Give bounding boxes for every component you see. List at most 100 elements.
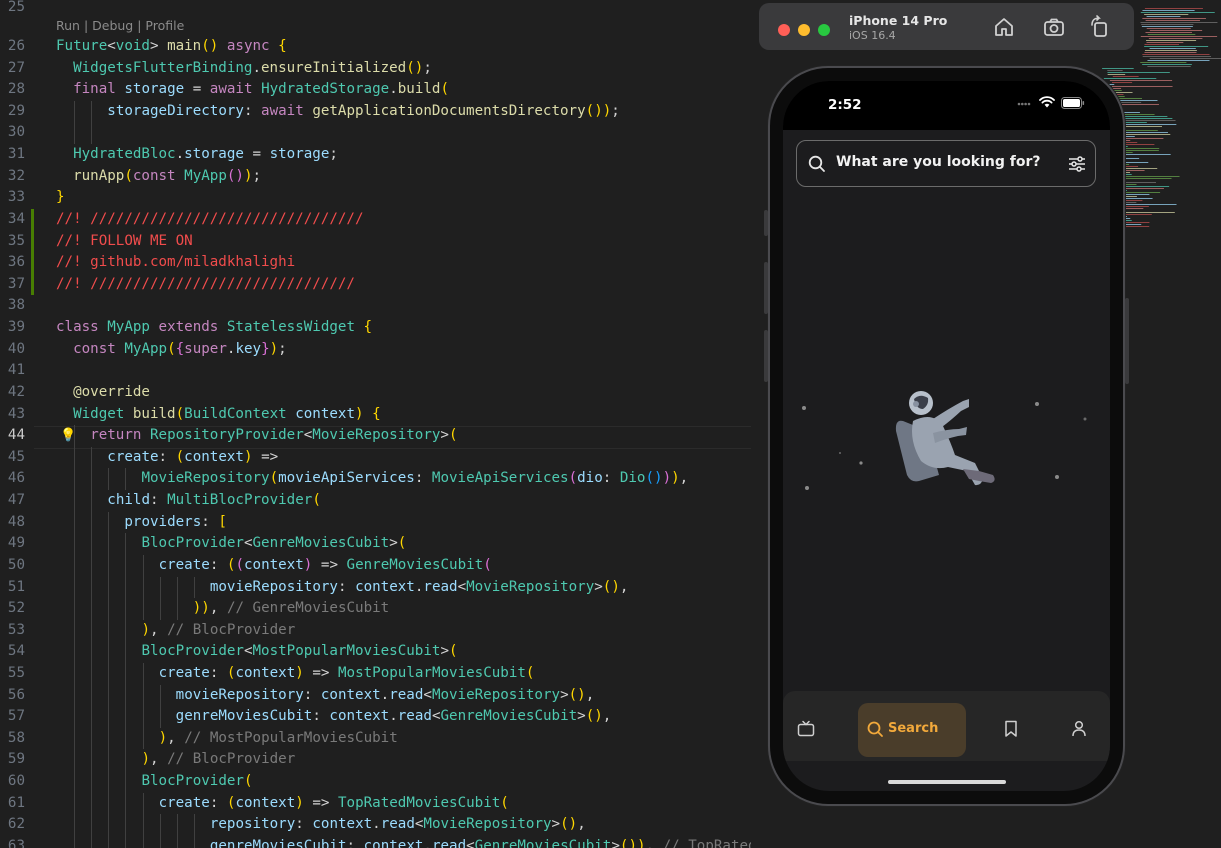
line-number[interactable]: 58 bbox=[0, 728, 25, 750]
line-number[interactable]: 46 bbox=[0, 468, 25, 490]
nav-tab-home[interactable] bbox=[797, 703, 837, 757]
code-line: 40 const MyApp({super.key}); bbox=[0, 339, 751, 361]
zoom-window-button[interactable] bbox=[818, 24, 830, 36]
line-number[interactable]: 33 bbox=[0, 187, 25, 209]
code-text: repository: context.read<MovieRepository… bbox=[209, 816, 586, 833]
minimap-line bbox=[1144, 44, 1180, 45]
line-number[interactable]: 29 bbox=[0, 101, 25, 123]
line-number[interactable]: 35 bbox=[0, 231, 25, 253]
code-line: 59 ), // BlocProvider bbox=[0, 749, 751, 771]
line-number[interactable]: 25 bbox=[0, 0, 25, 19]
line-number[interactable]: 63 bbox=[0, 836, 25, 848]
line-number[interactable]: 30 bbox=[0, 122, 25, 144]
code-text: Widget build(BuildContext context) { bbox=[73, 405, 381, 422]
line-number[interactable]: 55 bbox=[0, 663, 25, 685]
minimap-line bbox=[1111, 82, 1133, 83]
line-number[interactable]: 44 bbox=[0, 425, 25, 447]
code-line: 44 return RepositoryProvider<MovieReposi… bbox=[0, 425, 751, 447]
minimize-window-button[interactable] bbox=[798, 24, 810, 36]
line-number[interactable]: 38 bbox=[0, 295, 25, 317]
code-line: 56 movieRepository: context.read<MovieRe… bbox=[0, 685, 751, 707]
os-version: iOS 16.4 bbox=[849, 29, 896, 42]
line-number[interactable]: 27 bbox=[0, 58, 25, 80]
battery-icon bbox=[1061, 97, 1085, 109]
line-number[interactable]: 42 bbox=[0, 382, 25, 404]
code-text: MovieRepository(movieApiServices: MovieA… bbox=[141, 470, 689, 487]
codelens-run-debug-profile[interactable]: Run | Debug | Profile bbox=[56, 18, 184, 33]
minimap-line bbox=[1142, 64, 1192, 65]
line-number[interactable]: 40 bbox=[0, 339, 25, 361]
phone-silent-switch bbox=[764, 210, 768, 236]
line-number[interactable]: 39 bbox=[0, 317, 25, 339]
code-text: providers: [ bbox=[124, 513, 227, 530]
line-number[interactable]: 32 bbox=[0, 166, 25, 188]
line-number[interactable]: 60 bbox=[0, 771, 25, 793]
line-number[interactable]: 53 bbox=[0, 620, 25, 642]
line-number[interactable]: 59 bbox=[0, 749, 25, 771]
minimap-line bbox=[1144, 50, 1197, 51]
line-number[interactable]: 45 bbox=[0, 447, 25, 469]
lightbulb-icon[interactable]: 💡 bbox=[60, 428, 76, 443]
line-number[interactable]: 54 bbox=[0, 641, 25, 663]
line-number[interactable]: 49 bbox=[0, 533, 25, 555]
screenshot-icon[interactable] bbox=[1042, 15, 1066, 39]
line-number[interactable]: 34 bbox=[0, 209, 25, 231]
minimap-line bbox=[1145, 32, 1192, 33]
bookmark-icon bbox=[1005, 720, 1017, 737]
line-number[interactable]: 28 bbox=[0, 79, 25, 101]
git-change-marker bbox=[31, 230, 34, 253]
close-window-button[interactable] bbox=[778, 24, 790, 36]
code-line: 38 bbox=[0, 295, 751, 317]
minimap-line bbox=[1107, 70, 1123, 71]
minimap-line bbox=[1107, 74, 1126, 75]
line-number[interactable]: 62 bbox=[0, 814, 25, 836]
wifi-icon bbox=[1039, 96, 1055, 108]
line-number[interactable]: 43 bbox=[0, 404, 25, 426]
code-text: const MyApp({super.key}); bbox=[73, 340, 287, 357]
nav-tab-search[interactable]: Search bbox=[858, 703, 966, 757]
line-number[interactable]: 56 bbox=[0, 685, 25, 707]
code-line: 26 Future<void> main() async { bbox=[0, 36, 751, 58]
code-line: 32 runApp(const MyApp()); bbox=[0, 166, 751, 188]
code-line: 28 final storage = await HydratedStorage… bbox=[0, 79, 751, 101]
line-number[interactable]: 31 bbox=[0, 144, 25, 166]
code-text: ), // BlocProvider bbox=[141, 621, 296, 638]
minimap-line bbox=[1103, 78, 1157, 79]
code-text: create: (context) => bbox=[107, 448, 279, 465]
minimap-line bbox=[1145, 20, 1200, 21]
code-text: //! github.com/miladkhalighi bbox=[56, 254, 296, 271]
search-bar[interactable]: What are you looking for? bbox=[796, 140, 1096, 187]
line-number[interactable]: 57 bbox=[0, 706, 25, 728]
phone-power-button bbox=[1125, 298, 1129, 384]
minimap-line bbox=[1140, 36, 1218, 37]
line-number[interactable]: 36 bbox=[0, 252, 25, 274]
search-input[interactable]: What are you looking for? bbox=[836, 154, 1040, 170]
code-text: //! FOLLOW ME ON bbox=[56, 232, 193, 249]
home-indicator[interactable] bbox=[888, 780, 1006, 784]
line-number[interactable]: 47 bbox=[0, 490, 25, 512]
line-number[interactable]: 41 bbox=[0, 360, 25, 382]
line-number[interactable]: 50 bbox=[0, 555, 25, 577]
line-number[interactable]: 51 bbox=[0, 577, 25, 599]
code-editor[interactable]: Run | Debug | Profile 25 26 Future<void> m… bbox=[0, 0, 751, 848]
line-number[interactable]: 52 bbox=[0, 598, 25, 620]
minimap-line bbox=[1146, 42, 1184, 43]
code-text: } bbox=[56, 189, 65, 206]
minimap-line bbox=[1109, 80, 1173, 81]
line-number[interactable]: 26 bbox=[0, 36, 25, 58]
filter-icon[interactable] bbox=[1068, 155, 1086, 173]
minimap-line bbox=[1146, 16, 1181, 17]
code-line: 62 repository: context.read<MovieReposit… bbox=[0, 814, 751, 836]
nav-tab-bookmarks[interactable] bbox=[1001, 703, 1031, 757]
nav-tab-profile[interactable] bbox=[1069, 703, 1099, 757]
line-number[interactable]: 61 bbox=[0, 793, 25, 815]
code-text: )), // GenreMoviesCubit bbox=[192, 600, 390, 617]
star-dot bbox=[802, 406, 806, 410]
code-line: 43 Widget build(BuildContext context) { bbox=[0, 404, 751, 426]
code-line: 60 BlocProvider( bbox=[0, 771, 751, 793]
home-icon[interactable] bbox=[992, 15, 1016, 39]
astronaut-illustration bbox=[802, 391, 1087, 490]
line-number[interactable]: 48 bbox=[0, 512, 25, 534]
minimap-line bbox=[1147, 66, 1191, 67]
line-number[interactable]: 37 bbox=[0, 274, 25, 296]
